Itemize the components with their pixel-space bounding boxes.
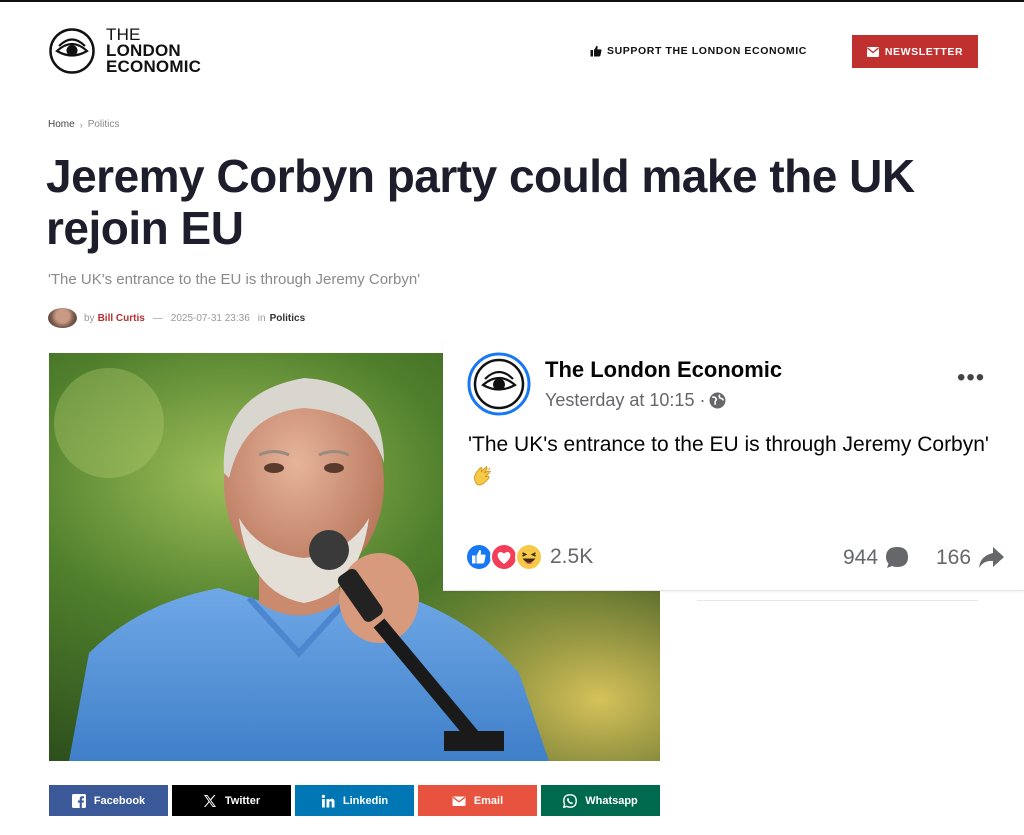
- article-headline: Jeremy Corbyn party could make the UK re…: [46, 150, 915, 254]
- eye-logo-icon: [49, 28, 95, 74]
- facebook-post-card: The London Economic Yesterday at 10:15 ·…: [443, 339, 1024, 601]
- fb-comments-count: 944: [843, 546, 879, 569]
- whatsapp-icon: [563, 793, 578, 808]
- fb-time-text[interactable]: Yesterday at 10:15 ·: [545, 390, 705, 411]
- logo-wordmark: THE LONDON ECONOMIC: [106, 26, 202, 76]
- fb-page-name[interactable]: The London Economic: [545, 357, 782, 383]
- share-whatsapp-label: Whatsapp: [585, 794, 638, 807]
- share-twitter-button[interactable]: Twitter: [172, 785, 291, 816]
- share-facebook-button[interactable]: Facebook: [49, 785, 168, 816]
- fb-post-time: Yesterday at 10:15 ·: [545, 390, 726, 411]
- breadcrumb-separator: ›: [79, 119, 83, 130]
- share-linkedin-button[interactable]: Linkedin: [295, 785, 414, 816]
- meta-dash: —: [152, 312, 163, 324]
- page-avatar-eye-icon[interactable]: [467, 352, 531, 416]
- site-logo[interactable]: THE LONDON ECONOMIC: [48, 26, 202, 76]
- meta-by: by: [84, 312, 95, 324]
- fb-post-text-content: 'The UK's entrance to the EU is through …: [468, 433, 989, 456]
- newsletter-label: NEWSLETTER: [884, 45, 964, 58]
- globe-icon: [709, 392, 726, 409]
- clap-emoji-icon: [474, 465, 492, 486]
- facebook-icon: [71, 793, 86, 808]
- envelope-icon: [866, 46, 879, 57]
- share-email-button[interactable]: Email: [418, 785, 537, 816]
- support-label: SUPPORT THE LONDON ECONOMIC: [607, 45, 807, 57]
- article-meta: by Bill Curtis — 2025-07-31 23:36 in Pol…: [48, 308, 305, 328]
- logo-line-3: ECONOMIC: [106, 57, 202, 76]
- like-react-icon: [465, 543, 493, 571]
- share-facebook-label: Facebook: [93, 794, 146, 807]
- haha-react-icon: [515, 543, 543, 571]
- breadcrumb-current[interactable]: Politics: [88, 119, 120, 130]
- category-link[interactable]: Politics: [270, 313, 306, 324]
- fb-comments[interactable]: 944: [843, 545, 910, 571]
- share-twitter-label: Twitter: [224, 794, 261, 807]
- support-link[interactable]: SUPPORT THE LONDON ECONOMIC: [590, 45, 807, 57]
- article-subtitle: 'The UK's entrance to the EU is through …: [48, 271, 421, 288]
- love-react-icon: [490, 543, 518, 571]
- meta-in: in: [257, 312, 266, 324]
- fb-shares[interactable]: 166: [936, 545, 1005, 571]
- top-rule: [0, 0, 1024, 2]
- publish-date: 2025-07-31 23:36: [170, 312, 250, 324]
- fb-reactions-count: 2.5K: [550, 545, 594, 568]
- newsletter-button[interactable]: NEWSLETTER: [852, 35, 978, 68]
- share-whatsapp-button[interactable]: Whatsapp: [541, 785, 660, 816]
- share-email-label: Email: [473, 794, 504, 807]
- card-underline: [697, 591, 978, 601]
- fb-shares-count: 166: [936, 546, 972, 569]
- author-link[interactable]: Bill Curtis: [98, 313, 145, 324]
- x-icon: [203, 794, 216, 807]
- comment-icon: [886, 547, 909, 568]
- author-avatar[interactable]: [48, 308, 77, 328]
- share-arrow-icon: [979, 547, 1005, 568]
- fb-reactions[interactable]: 2.5K: [465, 543, 593, 571]
- thumbs-up-icon: [590, 45, 602, 57]
- breadcrumb: Home › Politics: [48, 119, 119, 130]
- linkedin-icon: [321, 794, 335, 807]
- share-linkedin-label: Linkedin: [342, 794, 389, 807]
- fb-post-text: 'The UK's entrance to the EU is through …: [468, 429, 998, 493]
- more-icon[interactable]: •••: [957, 366, 985, 390]
- envelope-icon: [452, 796, 466, 806]
- breadcrumb-home[interactable]: Home: [48, 119, 75, 130]
